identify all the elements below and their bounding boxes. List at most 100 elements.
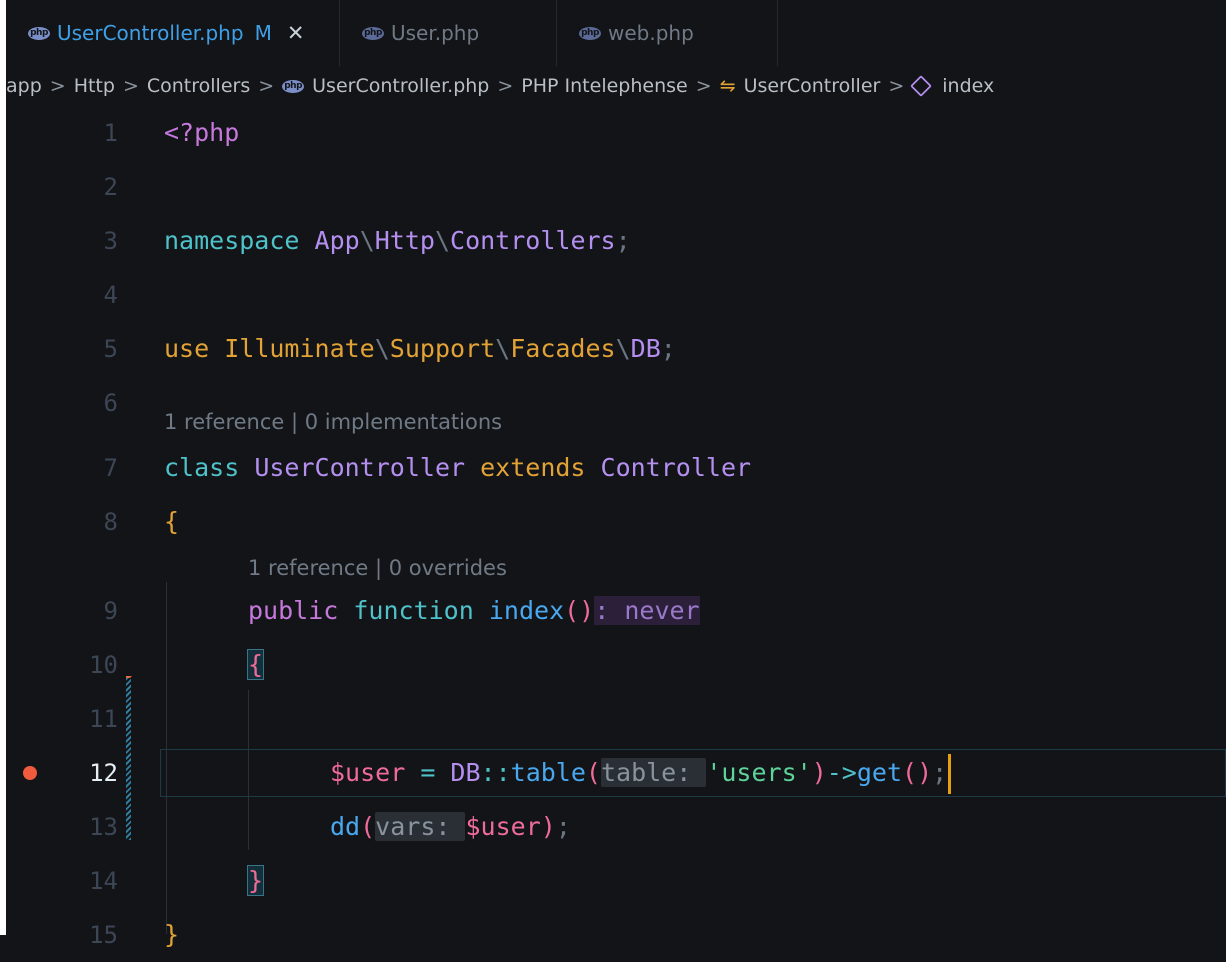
tab-divider xyxy=(777,0,778,66)
class-name-token: UserController xyxy=(254,453,466,482)
paren-token: () xyxy=(902,758,933,787)
breadcrumb-http[interactable]: Http xyxy=(74,75,115,97)
punct-token: ; xyxy=(660,334,676,363)
line-number: 15 xyxy=(89,921,118,949)
keyword-token: namespace xyxy=(164,226,300,255)
string-token: 'users' xyxy=(706,758,812,787)
line-number: 2 xyxy=(103,173,118,201)
namespace-token: Http xyxy=(374,226,435,255)
code-text: } xyxy=(164,920,180,949)
parameter-inlay-hint: vars: xyxy=(375,812,466,841)
parameter-inlay-hint: table: xyxy=(600,758,707,787)
code-text: } xyxy=(246,854,265,908)
code-line: 1 <?php xyxy=(6,106,1226,160)
code-line: 5 use Illuminate\Support\Facades\DB; xyxy=(6,322,1226,376)
code-line: 13 dd(vars: $user); xyxy=(6,800,1226,854)
php-file-icon: php xyxy=(28,26,50,40)
line-number: 9 xyxy=(103,597,118,625)
class-token: DB xyxy=(450,758,481,787)
separator-token: \ xyxy=(434,226,451,255)
line-number: 4 xyxy=(103,281,118,309)
function-name-token: index xyxy=(488,596,565,625)
namespace-token: App xyxy=(314,226,360,255)
line-number: 6 xyxy=(103,389,118,417)
punct-token: ; xyxy=(615,226,631,255)
code-line-current: 12 $user = DB::table(table: 'users')->ge… xyxy=(6,746,1226,800)
code-line: 11 xyxy=(6,692,1226,746)
code-line: 15 } xyxy=(6,908,1226,962)
class-name-token: Controller xyxy=(600,453,752,482)
method-symbol-icon xyxy=(910,75,933,97)
code-line: 2 xyxy=(6,160,1226,214)
breadcrumb-file[interactable]: UserController.php xyxy=(312,75,489,97)
code-text: public function index(): never xyxy=(248,584,700,638)
separator-token: \ xyxy=(374,334,390,363)
line-number: 11 xyxy=(89,705,118,733)
code-text: namespace App\Http\Controllers; xyxy=(164,214,631,268)
brace-token: { xyxy=(246,649,265,680)
code-area[interactable]: 1 <?php 2 3 namespace App\Http\Controlle… xyxy=(6,106,1226,949)
keyword-token: class xyxy=(164,453,240,482)
tab-label: User.php xyxy=(391,21,480,45)
paren-token: ) xyxy=(540,812,556,841)
operator-token: :: xyxy=(480,758,511,787)
paren-token: ( xyxy=(360,812,376,841)
breadcrumb-app[interactable]: app xyxy=(6,75,42,97)
function-name-token: table xyxy=(510,758,586,787)
code-line: 8 { xyxy=(6,495,1226,549)
punct-token: ; xyxy=(932,758,948,787)
separator-token: \ xyxy=(615,334,631,363)
line-number: 13 xyxy=(89,813,118,841)
namespace-token: Controllers xyxy=(450,226,616,255)
code-lens-method[interactable]: 1 reference | 0 overrides xyxy=(248,548,507,588)
operator-token: = xyxy=(405,758,451,787)
keyword-token: function xyxy=(353,596,474,625)
code-line: 4 xyxy=(6,268,1226,322)
paren-token: () xyxy=(564,596,595,625)
punct-token: ; xyxy=(555,812,571,841)
return-type-inlay-hint: : never xyxy=(594,596,700,625)
tab-user[interactable]: php User.php xyxy=(340,0,556,66)
tab-label: UserController.php xyxy=(57,21,244,45)
breadcrumb-controllers[interactable]: Controllers xyxy=(147,75,250,97)
namespace-token: Support xyxy=(389,334,496,363)
code-line: 7 class UserController extends Controlle… xyxy=(6,441,1226,495)
paren-token: ( xyxy=(585,758,601,787)
code-text: { xyxy=(164,507,180,536)
line-number: 10 xyxy=(89,651,118,679)
chevron-right-icon: > xyxy=(695,75,712,97)
line-number: 12 xyxy=(89,759,118,787)
line-number: 8 xyxy=(103,508,118,536)
code-lens-class[interactable]: 1 reference | 0 implementations xyxy=(164,402,502,442)
function-name-token: dd xyxy=(330,812,361,841)
line-number: 3 xyxy=(103,227,118,255)
editor-tab-bar: php UserController.php M ✕ php User.php … xyxy=(6,0,1226,66)
tab-usercontroller[interactable]: php UserController.php M ✕ xyxy=(6,0,339,66)
code-text: class UserController extends Controller xyxy=(164,441,751,495)
namespace-token: Facades xyxy=(510,334,616,363)
line-number: 5 xyxy=(103,335,118,363)
breakpoint-icon[interactable] xyxy=(23,766,37,780)
separator-token: \ xyxy=(495,334,511,363)
keyword-token: extends xyxy=(480,453,586,482)
separator-token: \ xyxy=(359,226,375,255)
keyword-token: public xyxy=(248,596,339,625)
chevron-right-icon: > xyxy=(49,75,66,97)
brace-token: } xyxy=(246,865,265,896)
operator-token: -> xyxy=(826,758,857,787)
breadcrumb-language-server[interactable]: PHP Intelephense xyxy=(521,75,687,97)
breadcrumb-class[interactable]: UserController xyxy=(744,75,881,97)
keyword-token: use xyxy=(164,334,210,363)
chevron-right-icon: > xyxy=(122,75,139,97)
breadcrumb: app > Http > Controllers > php UserContr… xyxy=(6,66,1226,106)
close-tab-icon[interactable]: ✕ xyxy=(287,21,305,45)
class-token: DB xyxy=(630,334,661,363)
tab-label: web.php xyxy=(608,21,694,45)
code-line: 9 public function index(): never xyxy=(6,584,1226,638)
tab-web[interactable]: php web.php xyxy=(557,0,777,66)
text-cursor xyxy=(948,754,952,794)
line-number: 7 xyxy=(103,454,118,482)
line-number: 1 xyxy=(103,119,118,147)
breadcrumb-method[interactable]: index xyxy=(942,75,994,97)
php-file-icon: php xyxy=(362,26,384,40)
